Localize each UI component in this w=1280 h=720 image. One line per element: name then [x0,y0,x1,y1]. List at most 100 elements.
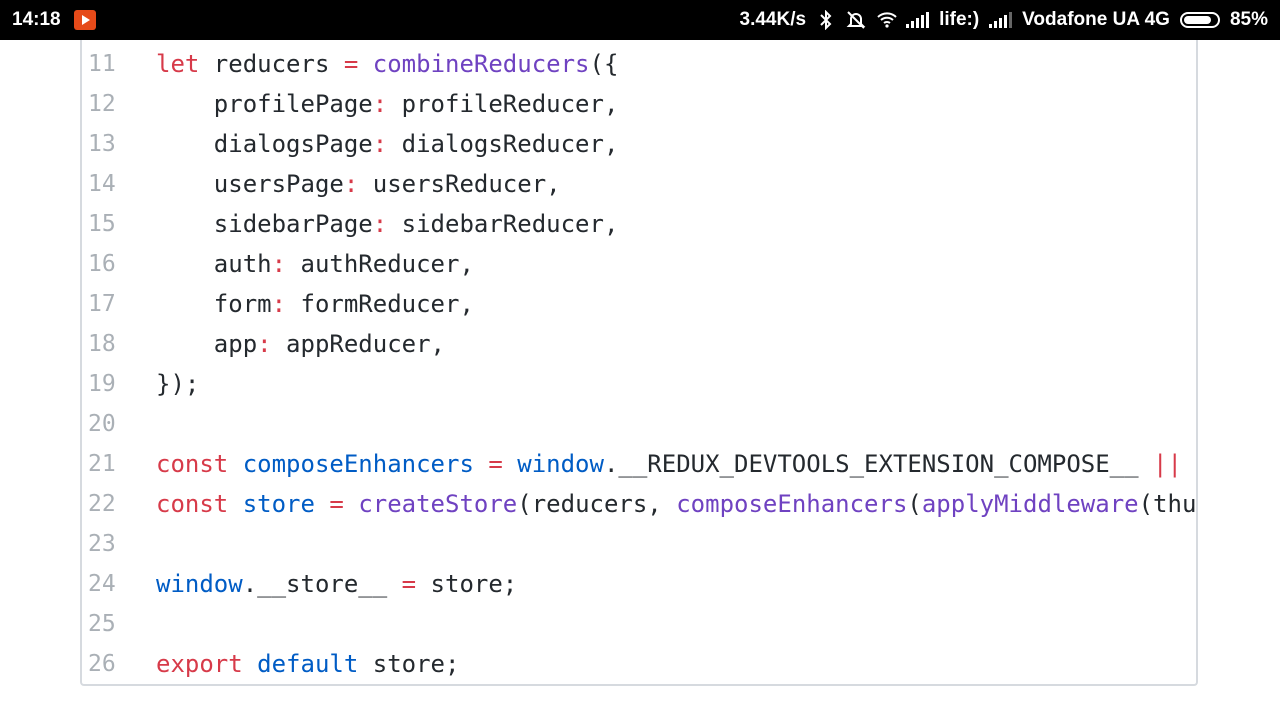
code-token: sidebarPage [156,210,373,238]
code-line: 25 [82,604,1196,644]
line-number: 13 [88,131,116,157]
code-token: .__REDUX_DEVTOOLS_EXTENSION_COMPOSE__ [603,450,1154,478]
code-token: = [329,490,344,518]
signal-strength-2-icon [989,12,1013,28]
code-token: profileReducer, [387,90,619,118]
line-number: 20 [88,411,116,437]
network-speed: 3.44K/s [739,9,807,30]
line-source: dialogsPage: dialogsReducer, [156,124,619,164]
code-line: 18 app: appReducer, [82,324,1196,364]
line-source: profilePage: profileReducer, [156,84,619,124]
line-number: 24 [88,571,116,597]
code-token: dialogsReducer, [387,130,619,158]
signal-strength-1-icon [906,12,930,28]
code-token: window [156,570,243,598]
code-token: combineReducers [372,50,590,78]
code-token: dialogsPage [156,130,373,158]
line-number: 17 [88,291,116,317]
code-token: : [257,330,272,358]
code-token: = [488,450,503,478]
youtube-notification-icon [74,10,96,30]
carrier-1: life:) [939,9,980,30]
code-token: applyMiddleware [921,490,1139,518]
line-source: usersPage: usersReducer, [156,164,561,204]
line-number: 22 [88,491,116,517]
code-token: composeEnhancers [242,450,474,478]
line-number: 19 [88,371,116,397]
battery-percent: 85% [1229,9,1268,30]
code-token: (reducers, [517,490,677,518]
carrier-2: Vodafone UA 4G [1022,9,1170,30]
code-token: usersReducer, [358,170,561,198]
status-icons: 3.44K/s life:) Vodafone UA 4G 85% [740,9,1268,31]
line-number: 25 [88,611,116,637]
code-block[interactable]: 11 let reducers = combineReducers({ 12 pro… [80,40,1198,686]
code-token: form [156,290,272,318]
battery-level [1183,16,1211,24]
code-line: 11 let reducers = combineReducers({ [82,44,1196,84]
code-token: const [156,490,229,518]
code-token: = [343,50,359,78]
code-token: (thun [1138,490,1197,518]
code-token: createStore [358,490,518,518]
code-token: = [401,570,417,598]
line-source: auth: authReducer, [156,244,474,284]
code-token: sidebarReducer, [387,210,619,238]
line-number: 11 [88,51,116,77]
code-line: 15 sidebarPage: sidebarReducer, [82,204,1196,244]
code-line: 17 form: formReducer, [82,284,1196,324]
code-token: store [242,490,315,518]
notifications-muted-icon [846,10,866,30]
code-token: formReducer, [286,290,474,318]
code-token: auth [156,250,272,278]
code-token: }); [156,370,200,398]
wifi-icon [876,10,897,30]
code-line: 26 export default store; [82,644,1196,684]
code-line: 13 dialogsPage: dialogsReducer, [82,124,1196,164]
code-line: 19}); [82,364,1196,404]
battery-icon [1179,12,1220,28]
line-source: export default store; [156,644,459,684]
line-source: const composeEnhancers = window.__REDUX_… [156,444,1196,484]
code-token: appReducer, [271,330,445,358]
code-line: 12 profilePage: profileReducer, [82,84,1196,124]
code-token: store; [358,650,460,678]
line-source: sidebarPage: sidebarReducer, [156,204,619,244]
code-token: : [372,130,388,158]
code-token: reducers [199,50,344,78]
line-number: 23 [88,531,116,557]
line-source: }); [156,364,199,404]
code-token: authReducer, [286,250,474,278]
line-number: 26 [88,651,116,677]
code-line: 14 usersPage: usersReducer, [82,164,1196,204]
code-token: ({ [589,50,619,78]
code-token: composeEnhancers [676,490,908,518]
line-source: window.__store__ = store; [156,564,517,604]
status-bar: 14:18 3.44K/s life:) Vodafone UA 4G 85% [0,0,1280,40]
code-token: : [343,170,359,198]
line-number: 14 [88,171,116,197]
code-line: 22 const store = createStore(reducers, co… [82,484,1197,524]
code-token: store; [416,570,518,598]
code-line: 16 auth: authReducer, [82,244,1196,284]
code-token: ( [907,490,922,518]
line-source: const store = createStore(reducers, comp… [156,484,1197,524]
line-number: 18 [88,331,116,357]
code-token: const [156,450,229,478]
code-token: let [156,50,200,78]
code-token: default [257,650,359,678]
line-number: 16 [88,251,116,277]
code-token: : [271,290,287,318]
line-number: 15 [88,211,116,237]
code-token: export [156,650,243,678]
code-token: : [271,250,287,278]
code-line: 20 [82,404,1196,444]
code-token: .__store__ [242,570,402,598]
line-number: 12 [88,91,116,117]
code-token: profilePage [156,90,373,118]
